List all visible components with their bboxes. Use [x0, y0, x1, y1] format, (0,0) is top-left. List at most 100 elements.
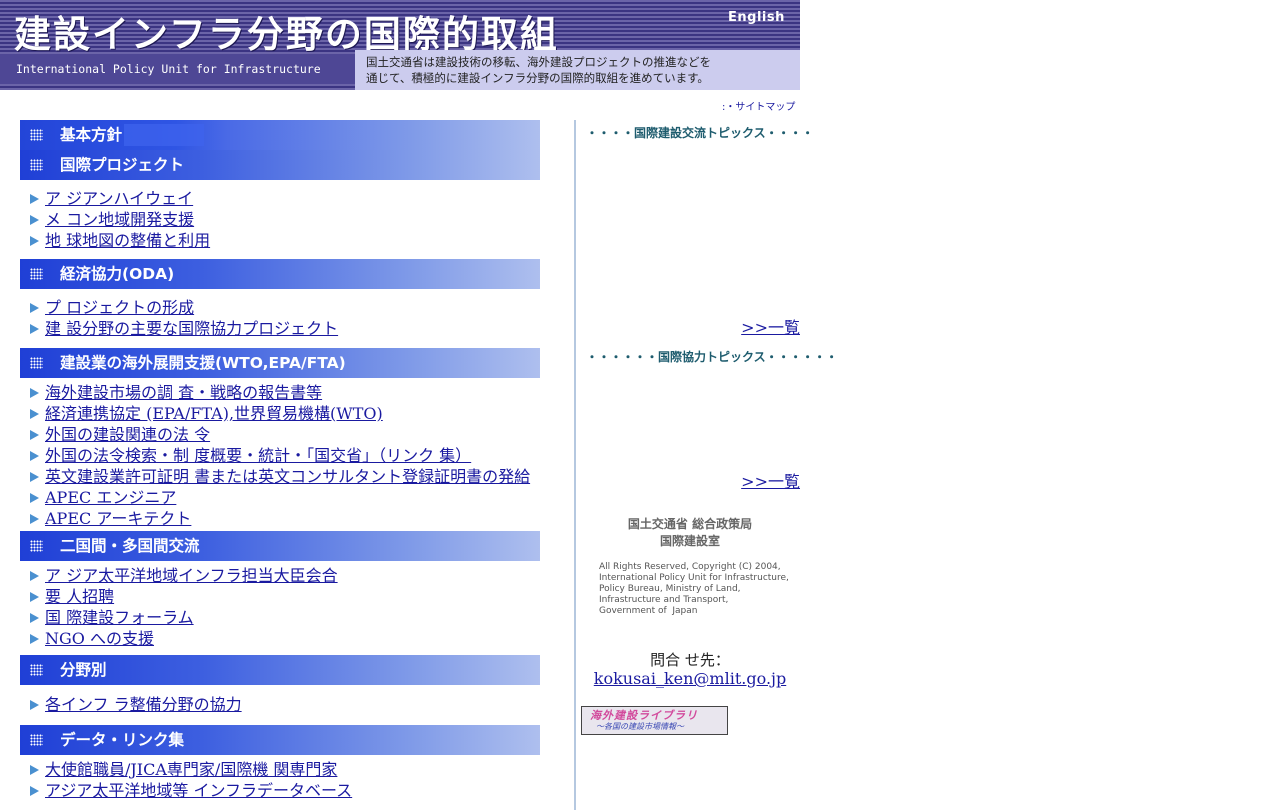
list-item: 外国の建設関連の法 令: [20, 424, 540, 445]
list-item: 地 球地図の整備と利用: [20, 230, 540, 251]
link-list-projects: ア ジアンハイウェイ メ コン地域開発支援 地 球地図の整備と利用: [20, 188, 540, 251]
link-ministers-meeting[interactable]: ア ジア太平洋地域インフラ担当大臣会合: [45, 566, 338, 585]
arrow-icon: [30, 451, 39, 461]
list-item: 外国の法令検索・制 度概要・統計・「国交省」（リンク 集）: [20, 445, 540, 466]
category-international-projects: 国際プロジェクト: [20, 150, 540, 180]
list-item: アジア太平洋地域等 インフラデータベース: [20, 780, 540, 801]
link-apec-architect[interactable]: APEC アーキテクト: [45, 509, 191, 528]
link-foreign-laws[interactable]: 外国の建設関連の法 令: [45, 425, 210, 444]
construction-topics-more-link[interactable]: >>一覧: [741, 314, 800, 338]
banner-subtitle: ～各国の建設市場情報～: [596, 722, 684, 731]
arrow-icon: [30, 700, 39, 710]
arrow-icon: [30, 571, 39, 581]
list-item: メ コン地域開発支援: [20, 209, 540, 230]
category-bilateral: 二国間・多国間交流: [20, 531, 540, 561]
link-project-formation[interactable]: プ ロジェクトの形成: [45, 298, 194, 317]
main-menu: 基本方針 国際プロジェクト ア ジアンハイウェイ メ コン地域開発支援 地 球地…: [20, 120, 540, 801]
link-asian-highway[interactable]: ア ジアンハイウェイ: [45, 189, 193, 208]
list-item: 要 人招聘: [20, 586, 540, 607]
grid-icon: [30, 357, 43, 369]
link-epa-fta-wto[interactable]: 経済連携協定 (EPA/FTA),世界貿易機構(WTO): [45, 404, 383, 423]
link-list-oda: プ ロジェクトの形成 建 設分野の主要な国際協力プロジェクト: [20, 297, 540, 339]
list-item: 英文建設業許可証明 書または英文コンサルタント登録証明書の発給: [20, 466, 540, 487]
link-mekong[interactable]: メ コン地域開発支援: [45, 210, 194, 229]
category-label: 建設業の海外展開支援(WTO,EPA/FTA): [60, 354, 346, 372]
arrow-icon: [30, 194, 39, 204]
header-description: 国土交通省は建設技術の移転、海外建設プロジェクトの推進などを 通じて、積極的に建…: [355, 50, 800, 90]
link-list-field: 各インフ ラ整備分野の協力: [20, 694, 540, 715]
link-vip-invitation[interactable]: 要 人招聘: [45, 587, 114, 606]
header-description-line1: 国土交通省は建設技術の移転、海外建設プロジェクトの推進などを: [366, 55, 711, 69]
grid-icon: [30, 159, 43, 171]
list-item: ア ジア太平洋地域インフラ担当大臣会合: [20, 565, 540, 586]
list-item: NGO への支援: [20, 628, 540, 649]
contact-email-link[interactable]: kokusai_ken@mlit.go.jp: [580, 669, 800, 688]
arrow-icon: [30, 592, 39, 602]
category-overseas-support: 建設業の海外展開支援(WTO,EPA/FTA): [20, 348, 540, 378]
arrow-icon: [30, 786, 39, 796]
arrow-icon: [30, 215, 39, 225]
grid-icon: [30, 268, 43, 280]
header-banner: 建設インフラ分野の国際的取組 English International Pol…: [0, 0, 800, 90]
link-market-reports[interactable]: 海外建設市場の調 査・戦略の報告書等: [45, 383, 322, 402]
highlight-bar: [124, 124, 204, 146]
arrow-icon: [30, 236, 39, 246]
arrow-icon: [30, 303, 39, 313]
sitemap-link[interactable]: :・サイトマップ: [722, 98, 795, 113]
organization-line2: 国際建設室: [659, 534, 720, 548]
list-item: 海外建設市場の調 査・戦略の報告書等: [20, 382, 540, 403]
column-divider: [574, 120, 576, 810]
contact-heading: 問合 せ先：: [650, 651, 730, 669]
category-label: 基本方針: [60, 126, 123, 144]
link-list-overseas: 海外建設市場の調 査・戦略の報告書等 経済連携協定 (EPA/FTA),世界貿易…: [20, 382, 540, 529]
link-english-certificate[interactable]: 英文建設業許可証明 書または英文コンサルタント登録証明書の発給: [45, 467, 530, 486]
category-label: 分野別: [60, 661, 107, 679]
list-item: APEC エンジニア: [20, 487, 540, 508]
cooperation-topics-more-link[interactable]: >>一覧: [741, 468, 800, 492]
link-list-data: 大使館職員/JICA専門家/国際機 関専門家 アジア太平洋地域等 インフラデータ…: [20, 759, 540, 801]
arrow-icon: [30, 388, 39, 398]
list-item: 国 際建設フォーラム: [20, 607, 540, 628]
arrow-icon: [30, 765, 39, 775]
copyright-text: All Rights Reserved, Copyright (C) 2004,…: [599, 562, 789, 616]
category-oda: 経済協力(ODA): [20, 259, 540, 289]
grid-icon: [30, 540, 43, 552]
arrow-icon: [30, 472, 39, 482]
list-item: ア ジアンハイウェイ: [20, 188, 540, 209]
construction-topics-heading: ・・・・国際建設交流トピックス・・・・: [586, 126, 814, 140]
link-embassy-experts[interactable]: 大使館職員/JICA専門家/国際機 関専門家: [45, 760, 337, 779]
grid-icon: [30, 734, 43, 746]
link-law-search[interactable]: 外国の法令検索・制 度概要・統計・「国交省」（リンク 集）: [45, 446, 471, 465]
list-item: 建 設分野の主要な国際協力プロジェクト: [20, 318, 540, 339]
header-description-line2: 通じて、積極的に建設インフラ分野の国際的取組を進めています。: [366, 71, 709, 85]
link-infra-database[interactable]: アジア太平洋地域等 インフラデータベース: [45, 781, 352, 800]
arrow-icon: [30, 430, 39, 440]
category-basic-policy[interactable]: 基本方針: [20, 120, 540, 150]
list-item: 各インフ ラ整備分野の協力: [20, 694, 540, 715]
arrow-icon: [30, 613, 39, 623]
arrow-icon: [30, 493, 39, 503]
link-ngo-support[interactable]: NGO への支援: [45, 629, 154, 648]
link-major-projects[interactable]: 建 設分野の主要な国際協力プロジェクト: [45, 319, 338, 338]
link-apec-engineer[interactable]: APEC エンジニア: [45, 488, 176, 507]
list-item: APEC アーキテクト: [20, 508, 540, 529]
organization-name: 国土交通省 総合政策局 国際建設室: [580, 516, 800, 550]
list-item: 大使館職員/JICA専門家/国際機 関専門家: [20, 759, 540, 780]
arrow-icon: [30, 634, 39, 644]
category-label: 国際プロジェクト: [60, 156, 185, 174]
arrow-icon: [30, 514, 39, 524]
category-data-links: データ・リンク集: [20, 725, 540, 755]
category-label: 二国間・多国間交流: [60, 537, 200, 555]
link-infra-cooperation[interactable]: 各インフ ラ整備分野の協力: [45, 695, 242, 714]
link-construction-forum[interactable]: 国 際建設フォーラム: [45, 608, 194, 627]
arrow-icon: [30, 409, 39, 419]
list-item: プ ロジェクトの形成: [20, 297, 540, 318]
header-subtitle: International Policy Unit for Infrastruc…: [0, 54, 355, 84]
english-link[interactable]: English: [728, 10, 785, 25]
category-by-field: 分野別: [20, 655, 540, 685]
link-global-map[interactable]: 地 球地図の整備と利用: [45, 231, 210, 250]
link-list-bilateral: ア ジア太平洋地域インフラ担当大臣会合 要 人招聘 国 際建設フォーラム NGO…: [20, 565, 540, 649]
organization-line1: 国土交通省 総合政策局: [627, 517, 753, 531]
cooperation-topics-heading: ・・・・・・国際協力トピックス・・・・・・: [586, 350, 838, 364]
overseas-library-banner[interactable]: 海外建設ライブラリ ～各国の建設市場情報～: [581, 706, 728, 735]
